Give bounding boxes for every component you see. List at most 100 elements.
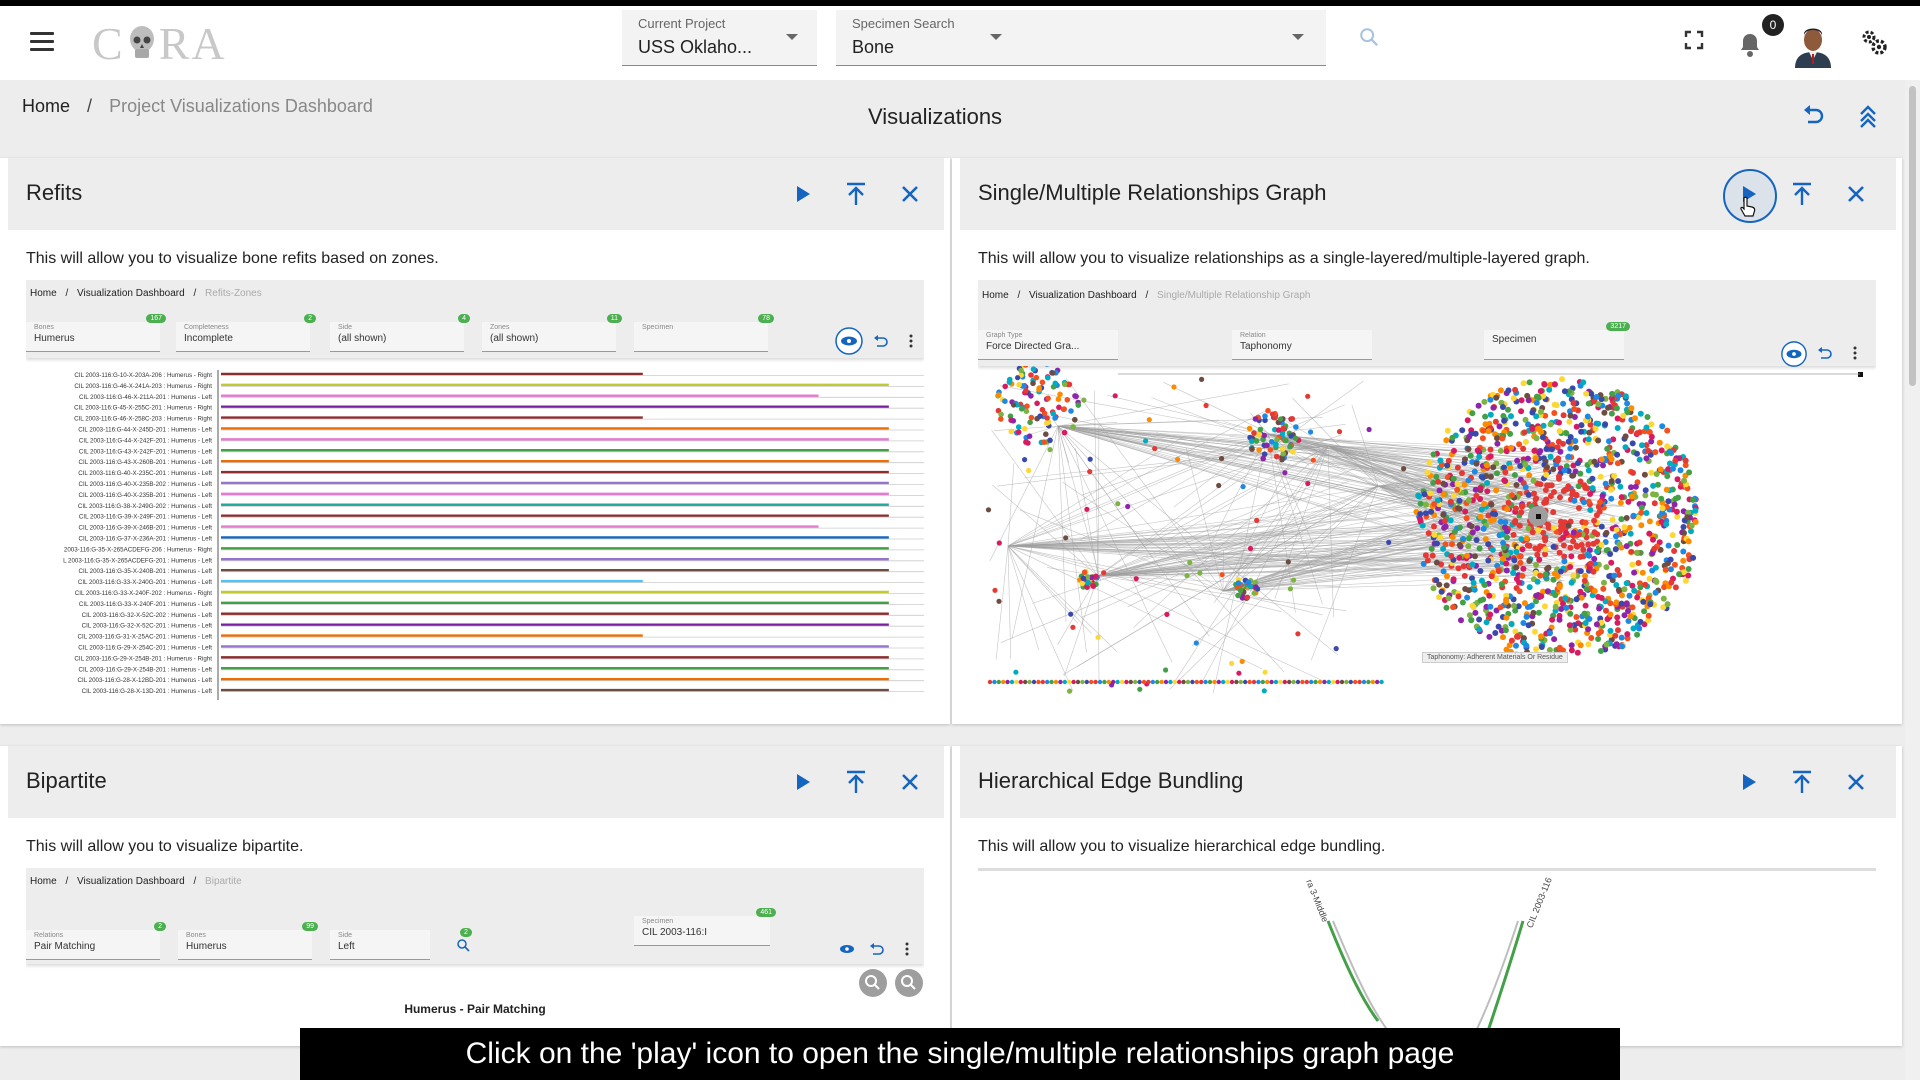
graph-node (1544, 588, 1551, 595)
graph-node (1510, 569, 1517, 576)
graph-node (1256, 447, 1262, 453)
graph-node (1044, 415, 1050, 421)
graph-node (1531, 447, 1538, 454)
graph-node (1550, 524, 1557, 531)
graph-node (1237, 587, 1244, 594)
graph-node (1073, 393, 1079, 400)
graph-node (1591, 529, 1598, 536)
preview-field-value: Specimen (1492, 334, 1537, 345)
graph-node (1424, 469, 1431, 476)
preview-select-field: Specimen 3217 (1484, 322, 1630, 360)
graph-node (1461, 572, 1468, 579)
card-bipartite: Bipartite This will allow you to visuali… (0, 746, 950, 1046)
graph-node (1643, 455, 1650, 462)
bipartite-preview[interactable]: Home / Visualization Dashboard / Biparti… (26, 868, 924, 1028)
preview-bc-home: Home (30, 288, 57, 299)
app-logo[interactable]: C RA (92, 18, 227, 69)
graph-node (1486, 633, 1493, 640)
graph-node (1317, 679, 1323, 685)
graph-node (1490, 516, 1497, 523)
scrollbar-thumb[interactable] (1909, 86, 1916, 386)
graph-preview[interactable]: Home / Visualization Dashboard / Single/… (978, 280, 1876, 700)
move-to-top-icon[interactable] (1788, 768, 1816, 796)
graph-node (1570, 400, 1577, 407)
close-icon[interactable] (1842, 768, 1870, 796)
play-icon[interactable] (788, 768, 816, 796)
graph-node (1635, 560, 1642, 566)
close-icon[interactable] (896, 768, 924, 796)
graph-node (992, 587, 998, 593)
graph-node (1497, 447, 1504, 454)
graph-node (1566, 622, 1573, 629)
graph-node (1011, 402, 1017, 408)
move-to-top-icon[interactable] (842, 180, 870, 208)
graph-node (1561, 558, 1568, 565)
refits-preview[interactable]: Home / Visualization Dashboard / Refits-… (26, 280, 924, 702)
graph-node (1550, 509, 1557, 516)
preview-select-field: Specimen 78 (634, 314, 774, 352)
graph-node (1236, 670, 1242, 676)
scrollbar[interactable] (1905, 80, 1920, 1080)
heb-preview[interactable]: ra 3-Middle CIL 2003-116 (978, 868, 1876, 1028)
undo-icon[interactable] (1800, 102, 1826, 128)
graph-node (1580, 546, 1587, 553)
graph-node (1646, 530, 1653, 537)
graph-node (1622, 393, 1629, 400)
graph-edge (1007, 545, 1079, 624)
play-icon[interactable] (1734, 768, 1762, 796)
graph-node (1526, 584, 1533, 591)
graph-node (1064, 397, 1071, 403)
graph-node (1469, 529, 1476, 536)
graph-node (1193, 640, 1199, 646)
graph-node (1508, 621, 1515, 628)
graph-node (1472, 553, 1478, 560)
refit-row-label: CIL 2003-116:G-44-X-245D-201 : Humerus -… (78, 427, 212, 434)
graph-node (1429, 552, 1436, 559)
graph-node (1645, 612, 1652, 619)
graph-node (1518, 509, 1525, 516)
graph-node (1570, 572, 1577, 579)
hamburger-menu-icon[interactable] (30, 32, 54, 54)
settings-gears-icon[interactable] (1860, 28, 1888, 56)
preview-field-label: Graph Type (986, 332, 1023, 339)
graph-node (1591, 555, 1598, 562)
graph-node (1251, 679, 1257, 685)
collapse-all-icon[interactable] (1855, 102, 1881, 128)
graph-node (1520, 380, 1527, 387)
play-icon[interactable] (788, 180, 816, 208)
graph-node (1058, 679, 1063, 685)
bell-icon[interactable] (1738, 32, 1762, 58)
user-avatar[interactable] (1793, 22, 1833, 68)
graph-node (1496, 423, 1503, 430)
graph-node (1589, 475, 1596, 482)
graph-node (1177, 679, 1182, 685)
graph-node (1022, 457, 1028, 463)
graph-node (1672, 495, 1679, 502)
close-icon[interactable] (896, 180, 924, 208)
graph-edge (1097, 425, 1100, 577)
graph-node (1671, 501, 1678, 508)
graph-node (1451, 447, 1457, 454)
specimen-search-select[interactable]: Specimen Search Bone (836, 10, 1326, 66)
preview-field-label: Bones (186, 932, 206, 939)
graph-node (1454, 486, 1461, 493)
current-project-select[interactable]: Current Project USS Oklaho... (622, 10, 817, 66)
edge-bundling-chart: ra 3-Middle CIL 2003-116 (1304, 876, 1554, 1028)
fullscreen-icon[interactable] (1682, 28, 1706, 52)
graph-edge (1007, 545, 1012, 659)
graph-node (1262, 669, 1268, 675)
graph-node (1067, 679, 1072, 685)
graph-node (1542, 571, 1549, 578)
close-icon[interactable] (1842, 180, 1870, 208)
graph-node (1479, 577, 1485, 584)
graph-node (1280, 446, 1286, 452)
graph-node (1015, 424, 1022, 430)
move-to-top-icon[interactable] (842, 768, 870, 796)
card-description: This will allow you to visualize bone re… (26, 250, 439, 267)
move-to-top-icon[interactable] (1788, 180, 1816, 208)
search-icon[interactable] (1358, 26, 1380, 48)
graph-node (1490, 404, 1497, 411)
graph-node (1623, 601, 1630, 608)
graph-node (1041, 439, 1047, 445)
preview-select-field: Completeness Incomplete 2 (176, 314, 316, 352)
